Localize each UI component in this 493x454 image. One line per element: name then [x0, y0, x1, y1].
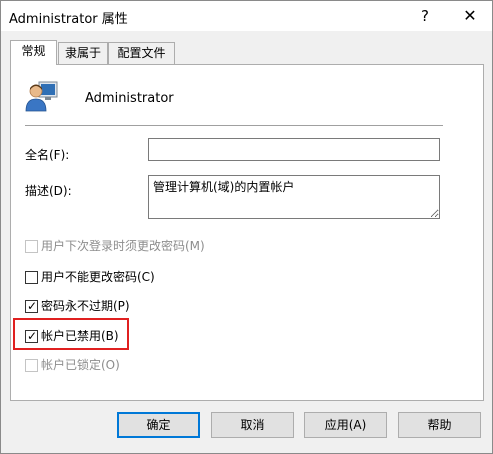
checkbox-label: 密码永不过期(P)	[41, 299, 130, 313]
cancel-button[interactable]: 取消	[211, 412, 294, 438]
help-button[interactable]: 帮助	[398, 412, 481, 438]
window-title: Administrator 属性	[9, 12, 128, 27]
tab-member-of[interactable]: 隶属于	[58, 42, 108, 64]
user-icon	[25, 81, 58, 112]
checkbox-label: 用户下次登录时须更改密码(M)	[41, 239, 205, 253]
checkbox-box[interactable]	[25, 359, 38, 372]
checkbox-box[interactable]: ✓	[25, 329, 38, 343]
checkmark-icon: ✓	[27, 329, 38, 343]
user-name: Administrator	[85, 91, 174, 106]
ok-button[interactable]: 确定	[117, 412, 200, 438]
checkbox-label: 帐户已禁用(B)	[41, 329, 119, 343]
fullname-input[interactable]	[148, 138, 440, 161]
checkmark-icon: ✓	[27, 299, 38, 313]
general-tab-panel: Administrator 全名(F): 描述(D): 管理计算机(域)的内置帐…	[10, 64, 484, 401]
properties-dialog: Administrator 属性 ? ✕ 常规 隶属于 配置文件 Adminis…	[0, 0, 493, 454]
close-icon[interactable]: ✕	[448, 1, 492, 31]
checkbox-label: 帐户已锁定(O)	[41, 358, 120, 372]
tab-general[interactable]: 常规	[10, 40, 57, 65]
fullname-label: 全名(F):	[25, 148, 70, 162]
checkbox-box[interactable]	[25, 271, 38, 284]
header-divider	[25, 125, 443, 126]
description-input[interactable]: 管理计算机(域)的内置帐户	[148, 175, 440, 219]
checkbox-label: 用户不能更改密码(C)	[41, 270, 155, 284]
checkbox-box[interactable]: ✓	[25, 299, 38, 313]
apply-button[interactable]: 应用(A)	[304, 412, 387, 438]
help-icon[interactable]: ?	[403, 1, 447, 31]
checkbox-box[interactable]	[25, 240, 38, 253]
tab-profile[interactable]: 配置文件	[108, 42, 175, 64]
title-bar: Administrator 属性 ? ✕	[1, 1, 492, 31]
description-label: 描述(D):	[25, 184, 72, 198]
